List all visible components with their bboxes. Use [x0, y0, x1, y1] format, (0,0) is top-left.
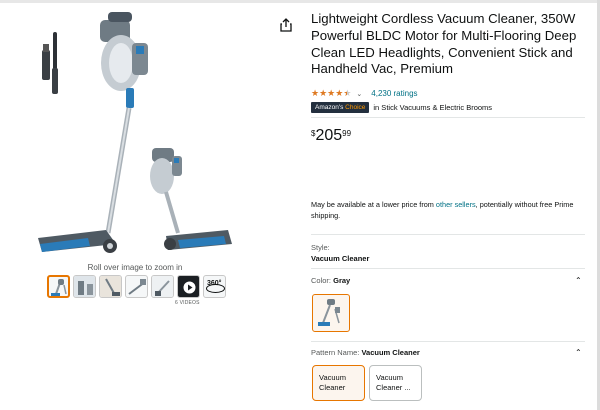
- product-title: Lightweight Cordless Vacuum Cleaner, 350…: [311, 11, 577, 77]
- badge-word: Choice: [345, 104, 366, 111]
- other-sellers-link[interactable]: other sellers: [436, 200, 476, 209]
- price-whole: 205: [315, 127, 343, 144]
- option-line-2: Cleaner ...: [376, 383, 411, 392]
- color-swatch-gray[interactable]: [312, 294, 350, 332]
- style-label: Style:: [311, 243, 330, 252]
- availability-text: May be available at a lower price from: [311, 200, 436, 209]
- thumbnail-360[interactable]: 360°: [203, 275, 226, 298]
- star-rating[interactable]: ★ ★ ★ ★ ★: [311, 89, 351, 98]
- star-icon: ★: [335, 88, 344, 98]
- star-icon: ★: [319, 88, 328, 98]
- videos-label: 6 VIDEOS: [175, 300, 200, 306]
- style-block: Style: Vacuum Cleaner: [311, 242, 369, 264]
- pattern-value: Vacuum Cleaner: [361, 348, 420, 357]
- color-heading[interactable]: Color: Gray: [311, 276, 350, 285]
- star-icon: ★: [311, 88, 320, 98]
- pattern-option-vacuum-cleaner-alt[interactable]: Vacuum Cleaner ...: [369, 365, 422, 401]
- rating-count-link[interactable]: 4,230 ratings: [371, 89, 417, 98]
- chevron-up-icon[interactable]: ⌃: [575, 276, 582, 285]
- divider: [311, 341, 585, 342]
- zoom-hint: Roll over image to zoom in: [87, 263, 183, 272]
- half-star-icon: ★: [343, 88, 352, 98]
- divider: [311, 117, 585, 118]
- option-line-1: Vacuum: [319, 373, 346, 382]
- availability-note: May be available at a lower price from o…: [311, 199, 583, 221]
- top-border: [0, 0, 600, 3]
- thumbnail-5[interactable]: [151, 275, 174, 298]
- star-icon: ★: [327, 88, 336, 98]
- thumbnail-3[interactable]: [99, 275, 122, 298]
- pattern-label: Pattern Name:: [311, 348, 360, 357]
- rating-row: ★ ★ ★ ★ ★ ⌄ 4,230 ratings: [311, 89, 418, 99]
- option-line-2: Cleaner: [319, 383, 346, 392]
- divider: [311, 234, 585, 235]
- pattern-option-vacuum-cleaner[interactable]: Vacuum Cleaner: [312, 365, 365, 401]
- style-value: Vacuum Cleaner: [311, 254, 370, 263]
- divider: [311, 268, 585, 269]
- amazons-choice-row: Amazon's Choice in Stick Vacuums & Elect…: [311, 102, 492, 113]
- main-product-image[interactable]: [28, 8, 238, 270]
- thumbnail-4[interactable]: [125, 275, 148, 298]
- thumbnail-1[interactable]: [47, 275, 70, 298]
- thumbnail-strip: 360°: [47, 275, 226, 298]
- price-fraction: 99: [342, 129, 352, 138]
- amazons-choice-badge: Amazon's Choice: [311, 102, 370, 113]
- thumbnail-2[interactable]: [73, 275, 96, 298]
- thumb-360-label: 360°: [207, 280, 222, 287]
- pattern-heading[interactable]: Pattern Name: Vacuum Cleaner: [311, 348, 420, 357]
- chevron-up-icon[interactable]: ⌃: [575, 348, 582, 357]
- badge-category[interactable]: in Stick Vacuums & Electric Brooms: [373, 103, 492, 112]
- thumbnail-video[interactable]: [177, 275, 200, 298]
- badge-prefix: Amazon's: [315, 104, 344, 111]
- share-icon[interactable]: [277, 16, 295, 34]
- color-label: Color:: [311, 276, 332, 285]
- color-value: Gray: [333, 276, 351, 285]
- chevron-down-icon[interactable]: ⌄: [356, 90, 362, 98]
- option-line-1: Vacuum: [376, 373, 403, 382]
- price: $ 205 99: [311, 127, 351, 145]
